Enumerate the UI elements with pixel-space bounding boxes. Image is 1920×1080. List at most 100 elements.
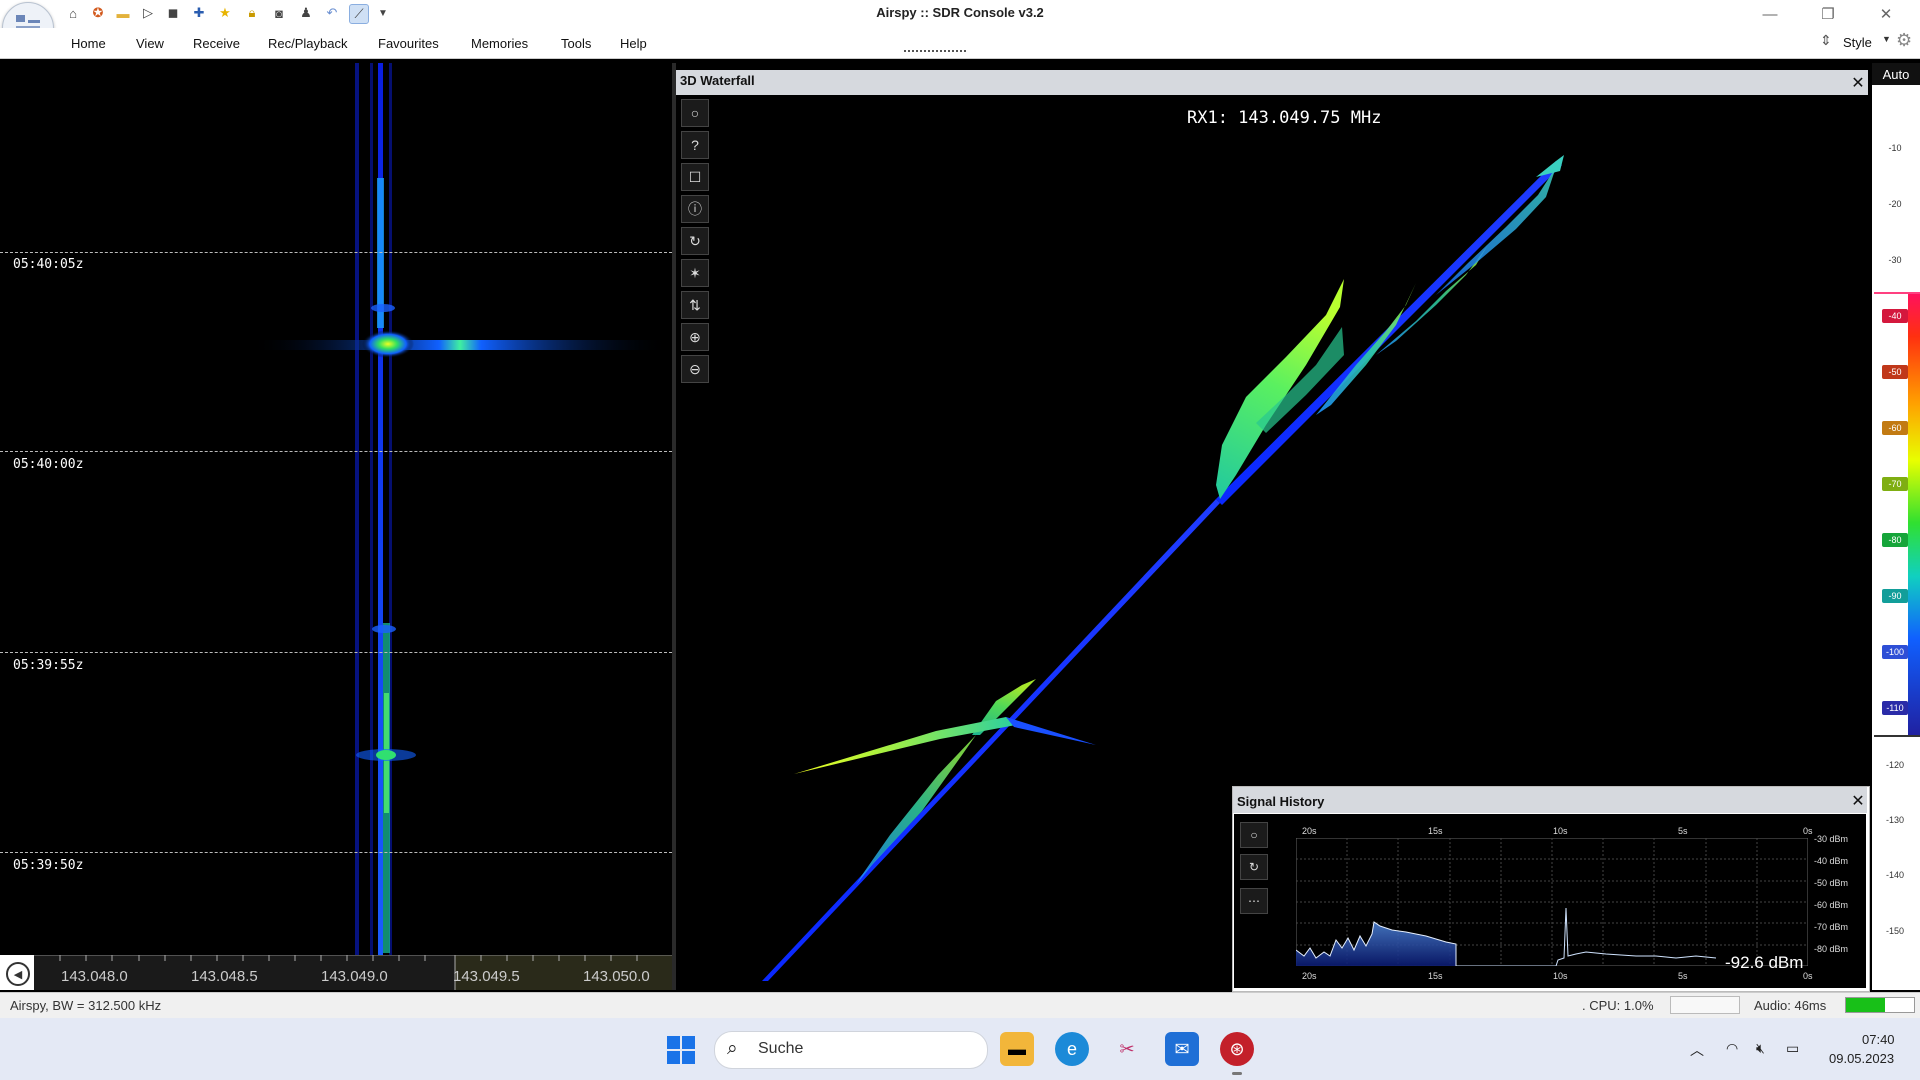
menu-home[interactable]: Home — [71, 36, 106, 51]
battery-icon[interactable]: ▭ — [1786, 1040, 1799, 1057]
audio-meter-fill — [1846, 998, 1886, 1012]
waterfall-3d-header — [676, 70, 1868, 95]
star-tool-icon[interactable]: ✶ — [681, 259, 709, 287]
settings-gear-icon[interactable]: ⚙ — [1896, 30, 1912, 51]
freq-tick-label: 143.048.0 — [61, 968, 128, 985]
edge-browser-icon[interactable]: e — [1055, 1032, 1089, 1066]
freq-tick-label: 143.048.5 — [191, 968, 258, 985]
wifi-icon[interactable]: ◠ — [1726, 1040, 1738, 1057]
menu-memories[interactable]: Memories — [471, 36, 528, 51]
history-db-label: -60 dBm — [1814, 900, 1849, 910]
back-icon[interactable]: ◀ — [6, 962, 30, 986]
scale-badge: -110 — [1882, 701, 1908, 715]
square-tool-icon[interactable]: ☐ — [681, 163, 709, 191]
signal-history-graph — [1295, 837, 1809, 967]
waterfall-3d-close-button[interactable]: ✕ — [1848, 70, 1868, 95]
history-time-label: 5s — [1678, 826, 1688, 836]
history-time-label: 10s — [1553, 826, 1568, 836]
speaker-muted-icon[interactable]: 🔇︎ — [1756, 1040, 1765, 1057]
clock-date[interactable]: 09.05.2023 — [1829, 1051, 1894, 1066]
window-title: Airspy :: SDR Console v3.2 — [876, 5, 1044, 20]
mail-icon[interactable]: ✉ — [1165, 1032, 1199, 1066]
status-audio: Audio: 46ms — [1754, 998, 1827, 1013]
time-label: 05:40:05z — [13, 257, 84, 272]
active-app-indicator — [1232, 1072, 1242, 1075]
menu-tools[interactable]: Tools — [561, 36, 591, 51]
restore-button[interactable]: ❐ — [1808, 2, 1848, 26]
scale-badge: -80 — [1882, 533, 1908, 547]
menu-favourites[interactable]: Favourites — [378, 36, 439, 51]
style-dropdown-icon[interactable]: ▼ — [1882, 34, 1891, 44]
scale-badge: -40 — [1882, 309, 1908, 323]
history-time-label: 10s — [1553, 971, 1568, 981]
style-menu[interactable]: Style — [1843, 35, 1872, 50]
scale-label: -10 — [1888, 143, 1902, 153]
circle-tool-icon[interactable]: ○ — [681, 99, 709, 127]
time-divider — [0, 852, 672, 853]
clock-time[interactable]: 07:40 — [1862, 1032, 1895, 1047]
auto-scale-button[interactable]: Auto — [1872, 63, 1920, 85]
info-tool-icon[interactable]: ⓘ — [681, 195, 709, 223]
time-divider — [0, 252, 672, 253]
freq-tick-label: 143.049.5 — [453, 968, 520, 985]
scale-label: -20 — [1888, 199, 1902, 209]
history-db-label: -30 dBm — [1814, 834, 1849, 844]
search-icon: ⌕ — [727, 1038, 738, 1059]
status-cpu: . CPU: 1.0% — [1582, 998, 1654, 1013]
scale-label: -130 — [1885, 815, 1904, 825]
circle-tool-icon[interactable]: ○ — [1240, 822, 1268, 848]
waterfall-2d-image — [250, 63, 670, 955]
history-time-label: 15s — [1428, 826, 1443, 836]
search-placeholder: Suche — [758, 1040, 804, 1057]
history-time-label: 20s — [1302, 971, 1317, 981]
close-window-button[interactable]: ✕ — [1866, 2, 1906, 26]
time-divider — [0, 451, 672, 452]
history-time-label: 20s — [1302, 826, 1317, 836]
waterfall-2d[interactable] — [0, 63, 672, 955]
swap-tool-icon[interactable]: ⇅ — [681, 291, 709, 319]
file-explorer-icon[interactable]: ▬ — [1000, 1032, 1034, 1066]
scale-bottom-marker[interactable] — [1874, 735, 1920, 737]
color-gradient-bar — [1908, 292, 1920, 736]
menu-receive[interactable]: Receive — [193, 36, 240, 51]
time-label: 05:39:50z — [13, 858, 84, 873]
scale-badge: -100 — [1882, 645, 1908, 659]
splitter-grip[interactable] — [904, 50, 966, 52]
reset-tool-icon[interactable]: ↻ — [681, 227, 709, 255]
status-bandwidth: Airspy, BW = 312.500 kHz — [10, 998, 162, 1013]
time-divider — [0, 652, 672, 653]
minimize-button[interactable]: — — [1750, 2, 1790, 26]
signal-history-plot — [1295, 837, 1809, 967]
sdr-console-icon[interactable]: ⊛ — [1220, 1032, 1254, 1066]
zoom-in-icon[interactable]: ⊕ — [681, 323, 709, 351]
show-hidden-icons-chevron-icon[interactable]: ︿ — [1690, 1040, 1704, 1060]
time-label: 05:39:55z — [13, 658, 84, 673]
more-options-icon[interactable]: ⋯ — [1240, 888, 1268, 914]
snipping-tool-icon[interactable]: ✂ — [1110, 1032, 1144, 1066]
signal-history-title: Signal History — [1237, 794, 1325, 809]
windows-start-icon[interactable] — [666, 1035, 696, 1065]
signal-level-value: -92.6 dBm — [1725, 953, 1804, 972]
help-tool-icon[interactable]: ? — [681, 131, 709, 159]
menu-view[interactable]: View — [136, 36, 164, 51]
menu-help[interactable]: Help — [620, 36, 647, 51]
scale-label: -30 — [1888, 255, 1902, 265]
history-time-label: 5s — [1678, 971, 1688, 981]
history-db-label: -70 dBm — [1814, 922, 1849, 932]
waterfall-3d-title: 3D Waterfall — [680, 73, 755, 88]
taskbar-search[interactable] — [714, 1031, 988, 1069]
cpu-meter — [1670, 996, 1740, 1014]
history-time-label: 15s — [1428, 971, 1443, 981]
scale-label: -140 — [1885, 870, 1904, 880]
rx-frequency-label: RX1: 143.049.75 MHz — [1187, 108, 1382, 128]
signal-history-close-button[interactable]: ✕ — [1848, 791, 1868, 811]
signal-history-header — [1233, 787, 1867, 813]
history-time-label: 0s — [1803, 826, 1813, 836]
scale-top-marker[interactable] — [1874, 292, 1920, 294]
reset-tool-icon[interactable]: ↻ — [1240, 854, 1268, 880]
zoom-out-icon[interactable]: ⊖ — [681, 355, 709, 383]
menu-rec-playback[interactable]: Rec/Playback — [268, 36, 347, 51]
history-db-label: -40 dBm — [1814, 856, 1849, 866]
windows-logo-icon — [667, 1036, 695, 1064]
style-icon[interactable]: ⇕ — [1820, 32, 1832, 49]
